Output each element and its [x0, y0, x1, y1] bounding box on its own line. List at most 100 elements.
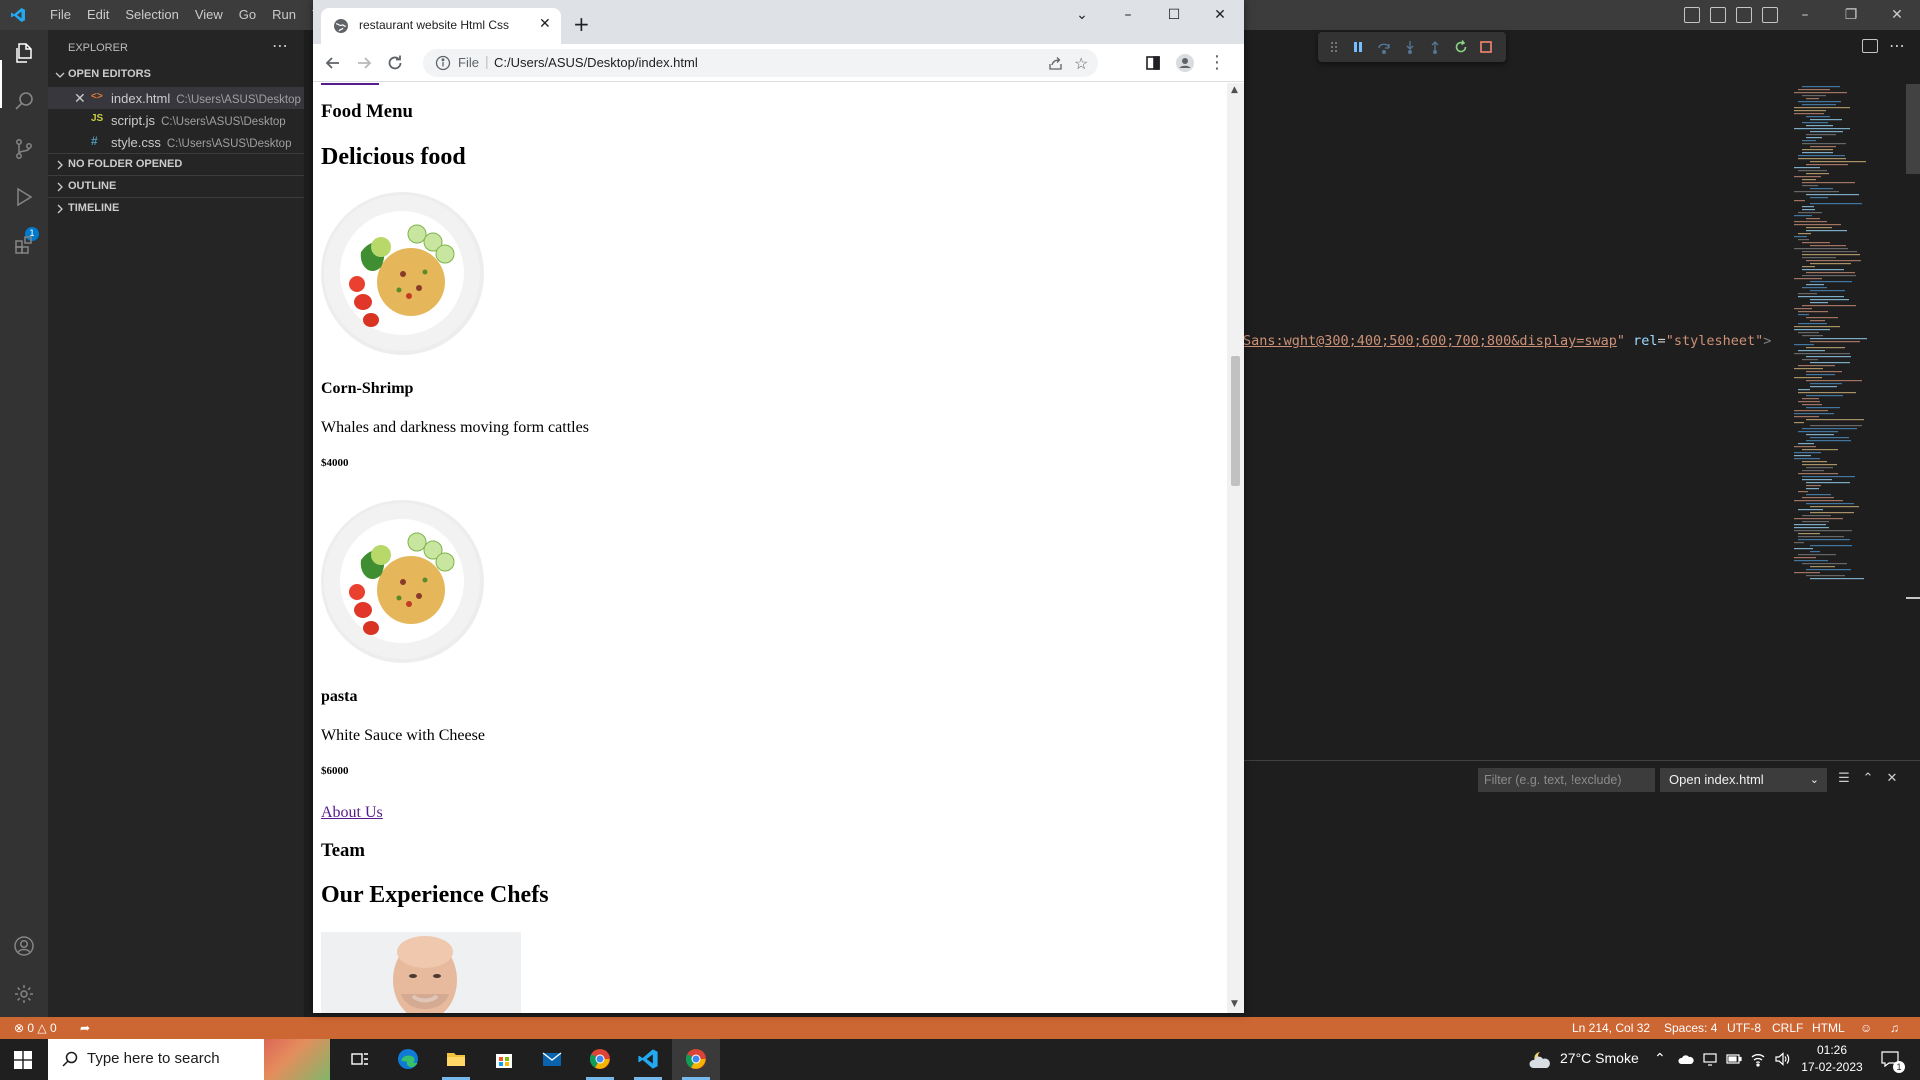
editor-more-actions-icon[interactable]: ⋯ — [1889, 36, 1905, 55]
page-scroll-thumb[interactable] — [1231, 356, 1240, 486]
outline-label: OUTLINE — [68, 180, 117, 192]
new-tab-icon[interactable]: + — [573, 12, 590, 36]
scroll-down-arrow-icon[interactable]: ▼ — [1231, 999, 1238, 1009]
explorer-files-icon[interactable] — [12, 41, 36, 65]
minimap[interactable] — [1790, 84, 1910, 584]
chef-photo — [321, 932, 521, 1013]
restart-icon[interactable] — [1453, 39, 1469, 55]
search-icon[interactable] — [12, 89, 36, 113]
taskbar-chrome[interactable] — [576, 1039, 624, 1080]
volume-icon[interactable] — [1774, 1051, 1790, 1067]
taskbar-search-box[interactable]: Type here to search — [48, 1039, 330, 1080]
wifi-icon[interactable] — [1750, 1051, 1766, 1067]
eol-status[interactable]: CRLF — [1772, 1021, 1803, 1035]
menu-edit[interactable]: Edit — [79, 0, 117, 30]
forward-arrow-icon[interactable] — [354, 53, 374, 73]
feedback-icon[interactable]: ☺ — [1860, 1021, 1872, 1035]
reload-icon[interactable] — [385, 53, 405, 73]
scroll-up-arrow-icon[interactable]: ▲ — [1231, 85, 1238, 95]
toggle-secondary-sidebar-icon[interactable] — [1736, 7, 1752, 23]
editor-scrollbar[interactable] — [1906, 84, 1920, 174]
open-editors-header[interactable]: OPEN EDITORS — [48, 64, 304, 86]
accounts-icon[interactable] — [12, 934, 36, 958]
taskbar-mail[interactable] — [528, 1039, 576, 1080]
address-bar[interactable]: File | C:/Users/ASUS/Desktop/index.html … — [423, 49, 1098, 77]
display-icon[interactable] — [1702, 1051, 1718, 1067]
more-actions-icon[interactable]: ⋯ — [272, 36, 288, 55]
back-arrow-icon[interactable] — [323, 53, 343, 73]
page-scrollbar[interactable]: ▲ ▼ — [1227, 83, 1244, 1013]
output-list-icon[interactable]: ☰ — [1836, 771, 1852, 787]
bookmark-star-icon[interactable]: ☆ — [1074, 54, 1088, 74]
weather-text[interactable]: 27°C Smoke — [1560, 1050, 1639, 1066]
menu-file[interactable]: File — [42, 0, 79, 30]
manage-gear-icon[interactable] — [12, 982, 36, 1006]
indentation-status[interactable]: Spaces: 4 — [1664, 1021, 1717, 1035]
taskbar-vscode[interactable] — [624, 1039, 672, 1080]
language-mode[interactable]: HTML — [1812, 1021, 1845, 1035]
weather-cloud-icon[interactable] — [1528, 1048, 1552, 1070]
browser-tab[interactable]: restaurant website Html Css ✕ — [321, 8, 561, 44]
extensions-icon[interactable] — [12, 233, 36, 257]
step-out-icon[interactable] — [1427, 39, 1443, 55]
toggle-primary-sidebar-icon[interactable] — [1684, 7, 1700, 23]
close-panel-icon[interactable]: ✕ — [1884, 771, 1900, 787]
chrome-close-icon[interactable]: ✕ — [1197, 0, 1243, 30]
step-over-icon[interactable] — [1376, 39, 1392, 55]
taskbar-chrome-active[interactable] — [672, 1039, 720, 1080]
chrome-minimize-icon[interactable]: – — [1105, 0, 1151, 30]
show-hidden-icons-icon[interactable]: ⌃ — [1654, 1051, 1670, 1067]
chrome-menu-icon[interactable]: ⋮ — [1207, 53, 1227, 73]
cursor-position[interactable]: Ln 214, Col 32 — [1572, 1021, 1650, 1035]
battery-icon[interactable] — [1726, 1051, 1742, 1067]
output-filter-input[interactable] — [1478, 768, 1655, 792]
open-editor-style-css[interactable]: # style.css C:\Users\ASUS\Desktop — [48, 131, 304, 153]
notifications-bell-icon[interactable]: ♫ — [1890, 1021, 1899, 1035]
no-folder-header[interactable]: NO FOLDER OPENED — [48, 153, 304, 175]
css-icon: # — [91, 134, 98, 148]
onedrive-cloud-icon[interactable] — [1678, 1051, 1694, 1067]
taskbar-clock[interactable]: 01:26 17-02-2023 — [1792, 1042, 1872, 1076]
chrome-maximize-icon[interactable]: ☐ — [1151, 0, 1197, 30]
source-control-icon[interactable] — [12, 137, 36, 161]
timeline-header[interactable]: TIMELINE — [48, 197, 304, 219]
task-view-button[interactable] — [336, 1039, 384, 1080]
live-share-icon[interactable]: ➦ — [80, 1021, 90, 1035]
open-editor-script-js[interactable]: JS script.js C:\Users\ASUS\Desktop — [48, 109, 304, 131]
menu-go[interactable]: Go — [231, 0, 264, 30]
encoding-status[interactable]: UTF-8 — [1727, 1021, 1761, 1035]
share-icon[interactable] — [1048, 55, 1064, 71]
taskbar-store[interactable] — [480, 1039, 528, 1080]
windows-start-icon[interactable] — [14, 1051, 32, 1069]
tab-search-icon[interactable]: ⌄ — [1059, 0, 1105, 30]
profile-avatar-icon[interactable] — [1175, 53, 1195, 73]
open-editor-index-html[interactable]: ✕ <> index.html C:\Users\ASUS\Desktop — [48, 87, 304, 109]
about-us-link[interactable]: About Us — [321, 804, 383, 822]
menu-run[interactable]: Run — [264, 0, 304, 30]
side-panel-icon[interactable] — [1143, 53, 1163, 73]
vscode-close-icon[interactable]: ✕ — [1874, 0, 1920, 30]
step-into-icon[interactable] — [1402, 39, 1418, 55]
info-icon[interactable] — [435, 55, 451, 71]
taskbar-file-explorer[interactable] — [432, 1039, 480, 1080]
outline-header[interactable]: OUTLINE — [48, 175, 304, 197]
toggle-panel-icon[interactable] — [1710, 7, 1726, 23]
maximize-panel-icon[interactable]: ⌃ — [1860, 771, 1876, 787]
close-editor-icon[interactable]: ✕ — [74, 90, 86, 107]
stop-icon[interactable] — [1478, 39, 1494, 55]
vscode-minimize-icon[interactable]: – — [1782, 0, 1828, 30]
split-editor-icon[interactable] — [1862, 39, 1878, 53]
pause-icon[interactable] — [1350, 39, 1366, 55]
menu-view[interactable]: View — [187, 0, 231, 30]
output-channel-select[interactable]: Open index.html ⌄ — [1660, 768, 1827, 792]
taskbar-edge[interactable] — [384, 1039, 432, 1080]
menu-selection[interactable]: Selection — [117, 0, 186, 30]
problems-status[interactable]: ⊗ 0 △ 0 — [14, 1021, 57, 1035]
customize-layout-icon[interactable] — [1762, 7, 1778, 23]
vscode-restore-icon[interactable]: ❐ — [1828, 0, 1874, 30]
close-tab-icon[interactable]: ✕ — [539, 16, 551, 32]
run-and-debug-icon[interactable] — [12, 185, 36, 209]
drag-handle-icon[interactable] — [1326, 39, 1342, 55]
code-line[interactable]: Sans:wght@300;400;500;600;700;800&displa… — [1243, 333, 1771, 349]
url-scheme: File — [458, 55, 479, 70]
